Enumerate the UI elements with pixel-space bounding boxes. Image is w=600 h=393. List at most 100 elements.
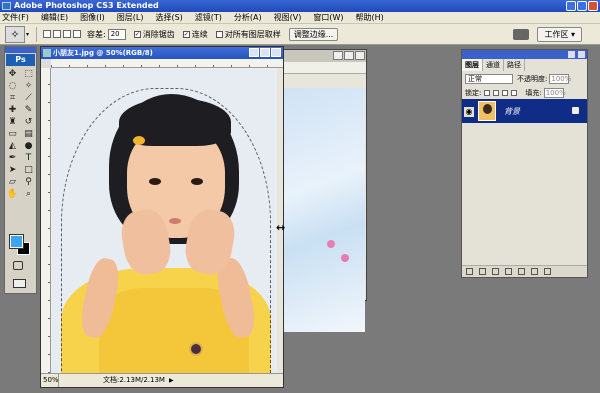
lasso-tool-icon[interactable]: ◌ (6, 81, 20, 92)
type-tool-icon[interactable]: T (22, 153, 36, 164)
menu-image[interactable]: 图像(I) (74, 12, 111, 23)
background-document-titlebar[interactable] (271, 50, 366, 62)
background-document-window[interactable] (270, 49, 367, 332)
tab-paths[interactable]: 路径 (504, 59, 525, 71)
gradient-tool-icon[interactable]: ▤ (22, 129, 36, 140)
layer-mask-icon[interactable] (492, 268, 499, 275)
pen-tool-icon[interactable]: ✒ (6, 153, 20, 164)
antialias-checkbox[interactable]: ✓ (133, 30, 141, 38)
close-panel-icon[interactable] (578, 51, 585, 58)
add-selection-icon[interactable] (53, 30, 61, 38)
maximize-button[interactable] (344, 51, 354, 60)
sample-all-checkbox[interactable] (215, 30, 223, 38)
intersect-selection-icon[interactable] (73, 30, 81, 38)
antialias-label: 消除锯齿 (142, 29, 175, 39)
image-canvas[interactable] (51, 68, 277, 373)
photo-eye (191, 178, 203, 185)
minimize-button[interactable] (566, 1, 576, 11)
ruler-origin[interactable] (41, 59, 51, 68)
layer-style-icon[interactable] (479, 268, 486, 275)
photoshop-app-icon (2, 2, 11, 10)
minimize-panel-icon[interactable] (568, 51, 575, 58)
menu-file[interactable]: 文件(F) (0, 12, 35, 23)
zoom-field[interactable]: 50% (41, 374, 59, 387)
bridge-icon[interactable] (513, 29, 530, 40)
new-selection-icon[interactable] (43, 30, 51, 38)
background-document-image (283, 88, 365, 332)
tab-layers[interactable]: 图层 (462, 59, 483, 71)
menu-select[interactable]: 选择(S) (149, 12, 188, 23)
lock-pixels-icon[interactable] (493, 90, 500, 96)
fill-input[interactable]: 100% (543, 88, 566, 98)
hand-tool-icon[interactable]: ✋ (6, 189, 20, 200)
shape-tool-icon[interactable]: □ (22, 165, 36, 176)
minimize-button[interactable] (249, 48, 259, 57)
tool-preset-picker[interactable]: ✧ (5, 25, 25, 43)
trash-icon[interactable] (544, 268, 551, 275)
active-document-window[interactable]: 小朋友1.jpg @ 50%(RGB/8) 50% 文档:2.13M/2.13M… (40, 46, 284, 388)
close-button[interactable] (271, 48, 281, 57)
layer-row-background[interactable]: ◉ 背景 (462, 99, 587, 123)
refine-edge-button[interactable]: 调整边缘... (288, 27, 339, 41)
eyedropper-icon[interactable]: ⚲ (22, 177, 36, 188)
crop-tool-icon[interactable]: ⌗ (6, 93, 20, 104)
photo-eye (149, 178, 161, 185)
tab-channels[interactable]: 通道 (483, 59, 504, 71)
marquee-tool-icon[interactable]: ⬚ (22, 69, 36, 80)
brush-tool-icon[interactable]: ✎ (22, 105, 36, 116)
path-select-icon[interactable]: ➤ (6, 165, 20, 176)
adjustment-layer-icon[interactable] (505, 268, 512, 275)
horizontal-ruler (271, 62, 366, 74)
tolerance-input[interactable]: 20 (107, 28, 126, 40)
chevron-down-icon[interactable]: ▾ (26, 31, 32, 38)
menu-filter[interactable]: 滤镜(T) (189, 12, 228, 23)
photo-hairclip (133, 136, 145, 145)
workspace-button[interactable]: 工作区 ▾ (537, 27, 582, 42)
document-titlebar[interactable]: 小朋友1.jpg @ 50%(RGB/8) (41, 47, 283, 59)
move-tool-icon[interactable]: ✥ (6, 69, 20, 80)
screen-mode-icon[interactable] (13, 279, 26, 288)
close-button[interactable] (588, 1, 598, 11)
photoshop-logo[interactable]: Ps (6, 54, 35, 66)
healing-brush-icon[interactable]: ✚ (6, 105, 20, 116)
layers-panel-footer (462, 265, 587, 277)
lock-all-icon[interactable] (511, 90, 518, 96)
minimize-button[interactable] (333, 51, 343, 60)
panel-grip[interactable] (462, 50, 587, 59)
toolbox-grip[interactable] (5, 47, 36, 53)
blur-tool-icon[interactable]: ◭ (6, 141, 20, 152)
document-size: 文档:2.13M/2.13M (103, 376, 165, 384)
blend-mode-select[interactable]: 正常 (465, 74, 513, 84)
chevron-right-icon[interactable]: ▶ (169, 374, 174, 387)
notes-tool-icon[interactable]: ▱ (6, 177, 20, 188)
quick-mask-icon[interactable] (13, 261, 23, 270)
menu-view[interactable]: 视图(V) (268, 12, 308, 23)
new-group-icon[interactable] (518, 268, 525, 275)
menu-window[interactable]: 窗口(W) (307, 12, 349, 23)
opacity-label: 不透明度: (517, 75, 548, 83)
lock-position-icon[interactable] (502, 90, 509, 96)
menu-layer[interactable]: 图层(L) (111, 12, 150, 23)
dodge-tool-icon[interactable]: ● (22, 141, 36, 152)
close-button[interactable] (355, 51, 365, 60)
slice-tool-icon[interactable]: ⟋ (22, 93, 36, 104)
menu-edit[interactable]: 编辑(E) (35, 12, 74, 23)
menu-help[interactable]: 帮助(H) (350, 12, 390, 23)
clone-stamp-icon[interactable]: ♜ (6, 117, 20, 128)
new-layer-icon[interactable] (531, 268, 538, 275)
opacity-input[interactable]: 100% (549, 74, 571, 84)
subtract-selection-icon[interactable] (63, 30, 71, 38)
zoom-tool-icon[interactable]: ⌕ (22, 189, 36, 200)
foreground-color-swatch[interactable] (9, 234, 24, 249)
maximize-button[interactable] (260, 48, 270, 57)
magic-wand-tool-icon[interactable]: ✧ (22, 81, 36, 92)
contiguous-checkbox[interactable]: ✓ (182, 30, 190, 38)
tolerance-label: 容差: (87, 29, 106, 39)
maximize-button[interactable] (577, 1, 587, 11)
eye-icon[interactable]: ◉ (464, 107, 474, 117)
history-brush-icon[interactable]: ↺ (22, 117, 36, 128)
link-layers-icon[interactable] (466, 268, 473, 275)
eraser-tool-icon[interactable]: ▭ (6, 129, 20, 140)
lock-transparency-icon[interactable] (484, 90, 491, 96)
menu-analysis[interactable]: 分析(A) (228, 12, 268, 23)
